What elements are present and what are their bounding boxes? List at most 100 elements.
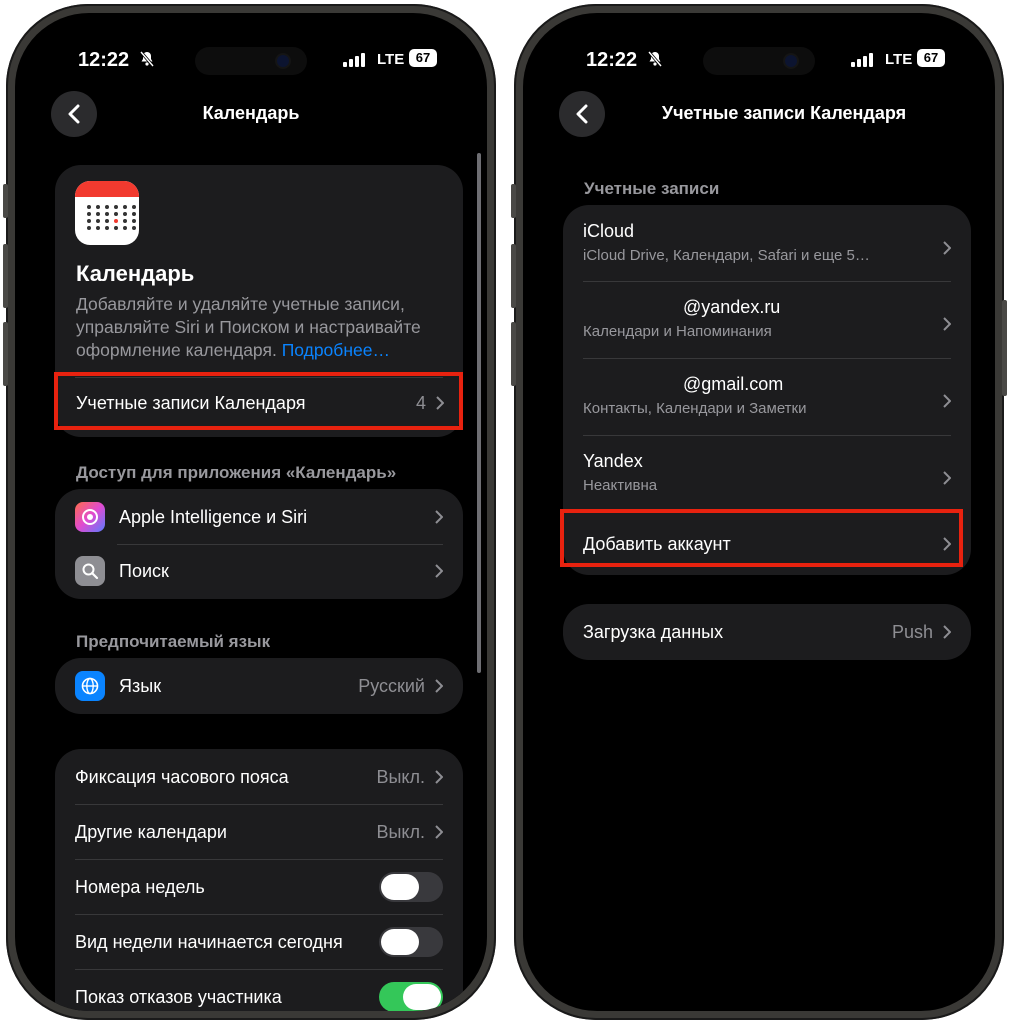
network-type: LTE — [377, 51, 405, 68]
chevron-right-icon — [435, 770, 443, 784]
week-starts-today-toggle[interactable] — [379, 927, 443, 957]
chevron-right-icon — [435, 564, 443, 578]
other-calendars-value: Выкл. — [376, 821, 425, 842]
chevron-right-icon — [435, 679, 443, 693]
chevron-right-icon — [943, 625, 951, 639]
timezone-override-value: Выкл. — [376, 766, 425, 787]
network-type: LTE — [885, 51, 913, 68]
language-card: Язык Русский — [55, 658, 463, 714]
timezone-override-row[interactable]: Фиксация часового пояса Выкл. — [75, 761, 443, 793]
scrollbar[interactable] — [477, 153, 481, 673]
account-subtitle: iCloud Drive, Календари, Safari и еще 5… — [583, 247, 870, 264]
action-button — [511, 184, 516, 218]
chevron-right-icon — [943, 317, 951, 331]
timezone-override-label: Фиксация часового пояса — [75, 766, 289, 787]
week-numbers-toggle[interactable] — [379, 872, 443, 902]
volume-down-button — [3, 322, 8, 386]
status-time: 12:22 — [586, 49, 638, 71]
week-numbers-row: Номера недель — [75, 871, 443, 903]
more-link[interactable]: Подробнее… — [282, 340, 390, 360]
week-starts-today-row: Вид недели начинается сегодня — [75, 926, 443, 958]
chevron-left-icon — [68, 104, 80, 124]
volume-up-button — [511, 244, 516, 308]
signal-icon — [343, 53, 365, 67]
account-subtitle: Календари и Напоминания — [583, 323, 772, 340]
fetch-data-row[interactable]: Загрузка данных Push — [583, 616, 951, 648]
siri-label: Apple Intelligence и Siri — [119, 506, 308, 527]
volume-down-button — [511, 322, 516, 386]
show-declined-toggle[interactable] — [379, 982, 443, 1011]
account-title: @yandex.ru — [683, 297, 781, 317]
status-time: 12:22 — [78, 49, 130, 71]
chevron-right-icon — [943, 394, 951, 408]
right-phone-frame: 12:22 LTE 67 Учетные записи Календаря Уч… — [511, 4, 1007, 1020]
camera-icon — [277, 55, 289, 67]
divider — [583, 435, 951, 436]
page-title: Учетные записи Календаря — [661, 103, 907, 123]
divider — [583, 281, 951, 282]
week-numbers-label: Номера недель — [75, 876, 205, 897]
left-screen: 12:22 LTE 67 Календарь Календарь Добавля… — [15, 13, 487, 1011]
right-screen: 12:22 LTE 67 Учетные записи Календаря Уч… — [523, 13, 995, 1011]
highlight-box — [54, 372, 463, 430]
divider — [583, 358, 951, 359]
language-row[interactable]: Язык Русский — [75, 668, 443, 704]
account-row-yandex[interactable]: Yandex Неактивна — [583, 451, 951, 501]
account-title: Yandex — [583, 451, 643, 471]
bell-slash-icon — [647, 51, 663, 72]
bell-slash-icon — [139, 51, 155, 72]
globe-icon — [75, 671, 105, 701]
account-subtitle: Неактивна — [583, 477, 658, 494]
camera-icon — [785, 55, 797, 67]
language-value: Русский — [358, 675, 425, 696]
signal-icon — [851, 53, 873, 67]
search-icon — [75, 556, 105, 586]
divider — [75, 914, 443, 915]
account-title: iCloud — [583, 221, 635, 241]
chevron-left-icon — [576, 104, 588, 124]
chevron-right-icon — [943, 471, 951, 485]
search-row[interactable]: Поиск — [75, 553, 443, 589]
divider — [75, 969, 443, 970]
action-button — [3, 184, 8, 218]
language-section-header: Предпочитаемый язык — [76, 632, 271, 651]
siri-row[interactable]: Apple Intelligence и Siri — [75, 499, 443, 535]
other-calendars-label: Другие календари — [75, 821, 227, 842]
chevron-right-icon — [435, 825, 443, 839]
show-declined-row: Показ отказов участника — [75, 981, 443, 1011]
accounts-section-header: Учетные записи — [584, 179, 720, 198]
highlight-box — [560, 509, 963, 567]
show-declined-label: Показ отказов участника — [75, 986, 282, 1007]
left-phone-frame: 12:22 LTE 67 Календарь Календарь Добавля… — [3, 4, 496, 1020]
battery-icon: 67 — [917, 49, 945, 67]
app-description: Добавляйте и удаляйте учетные записи, уп… — [76, 294, 421, 360]
chevron-right-icon — [943, 241, 951, 255]
fetch-data-value: Push — [891, 621, 933, 642]
chevron-right-icon — [435, 510, 443, 524]
language-label: Язык — [119, 675, 162, 696]
page-title: Календарь — [202, 103, 300, 123]
volume-up-button — [3, 244, 8, 308]
divider — [75, 859, 443, 860]
week-starts-today-label: Вид недели начинается сегодня — [75, 931, 343, 952]
calendar-app-icon — [75, 181, 139, 245]
back-button[interactable] — [559, 91, 605, 137]
fetch-data-label: Загрузка данных — [583, 621, 724, 642]
account-row-yandex-ru[interactable]: @yandex.ru Календари и Напоминания — [583, 297, 951, 347]
battery-icon: 67 — [409, 49, 437, 67]
dynamic-island — [195, 47, 307, 75]
siri-icon — [75, 502, 105, 532]
side-button — [1002, 300, 1007, 396]
search-label: Поиск — [119, 560, 169, 581]
account-row-icloud[interactable]: iCloud iCloud Drive, Календари, Safari и… — [583, 221, 951, 271]
settings-card: Фиксация часового пояса Выкл. Другие кал… — [55, 749, 463, 1011]
dynamic-island — [703, 47, 815, 75]
account-row-gmail[interactable]: @gmail.com Контакты, Календари и Заметки — [583, 374, 951, 424]
divider — [75, 804, 443, 805]
access-section-header: Доступ для приложения «Календарь» — [76, 463, 397, 482]
app-title: Календарь — [76, 261, 195, 286]
account-title: @gmail.com — [683, 374, 784, 394]
account-subtitle: Контакты, Календари и Заметки — [583, 400, 807, 417]
other-calendars-row[interactable]: Другие календари Выкл. — [75, 816, 443, 848]
access-card: Apple Intelligence и Siri Поиск — [55, 489, 463, 599]
